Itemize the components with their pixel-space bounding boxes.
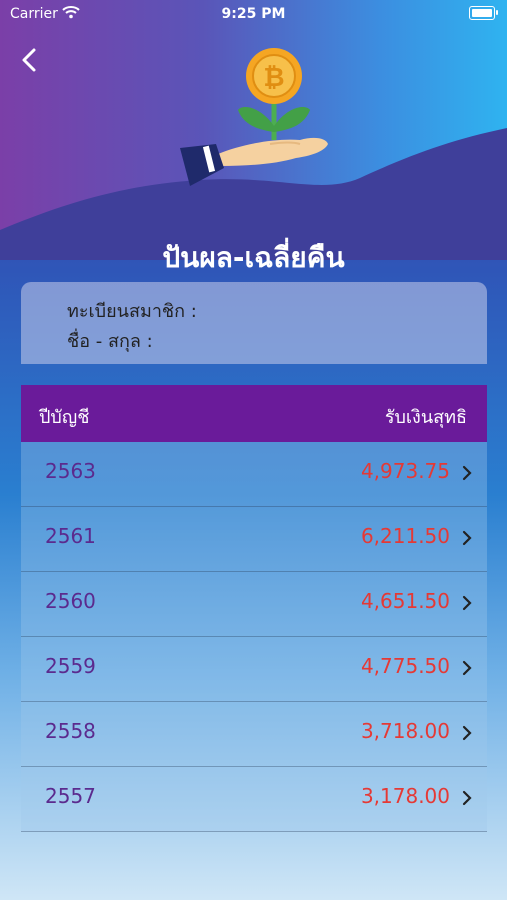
table-row[interactable]: 2558 3,718.00 (21, 702, 487, 767)
chevron-right-icon (462, 465, 472, 481)
chevron-right-icon (462, 660, 472, 676)
row-amount: 3,718.00 (360, 719, 450, 743)
page-title: ปันผล-เฉลี่ยคืน (162, 241, 345, 274)
row-year: 2558 (45, 719, 96, 743)
row-year: 2561 (45, 524, 96, 548)
table-row[interactable]: 2559 4,775.50 (21, 637, 487, 702)
table-row[interactable]: 2557 3,178.00 (21, 767, 487, 832)
row-amount: 4,775.50 (360, 654, 450, 678)
row-amount: 4,973.75 (360, 459, 450, 483)
row-amount: 6,211.50 (360, 524, 450, 548)
row-amount: 4,651.50 (360, 589, 450, 613)
column-header-year: ปีบัญชี (39, 407, 90, 428)
clock: 9:25 PM (221, 6, 286, 22)
chevron-right-icon (462, 790, 472, 806)
table-row[interactable]: 2563 4,973.75 (21, 442, 487, 507)
column-header-amount: รับเงินสุทธิ (384, 407, 467, 428)
dividend-table: ปีบัญชี รับเงินสุทธิ 2563 4,973.75 2561 … (21, 385, 487, 832)
chevron-right-icon (462, 725, 472, 741)
hand-plant-coin-icon: ₿ (180, 48, 328, 186)
status-bar: Carrier 9:25 PM (0, 0, 507, 28)
row-year: 2559 (45, 654, 96, 678)
chevron-right-icon (462, 595, 472, 611)
table-header: ปีบัญชี รับเงินสุทธิ (21, 385, 487, 442)
table-rows: 2563 4,973.75 2561 6,211.50 2560 4,651.5… (21, 442, 487, 832)
chevron-right-icon (462, 530, 472, 546)
table-row[interactable]: 2561 6,211.50 (21, 507, 487, 572)
member-name-label: ชื่อ - สกุล : (67, 331, 153, 352)
row-year: 2563 (45, 459, 96, 483)
table-row[interactable]: 2560 4,651.50 (21, 572, 487, 637)
row-year: 2560 (45, 589, 96, 613)
svg-text:₿: ₿ (263, 63, 284, 93)
row-amount: 3,178.00 (360, 784, 450, 808)
member-registration-label: ทะเบียนสมาชิก : (67, 301, 197, 322)
row-year: 2557 (45, 784, 96, 808)
member-info-card: ทะเบียนสมาชิก : ชื่อ - สกุล : (21, 282, 487, 364)
battery-icon (469, 6, 498, 20)
back-chevron-icon[interactable] (16, 44, 44, 76)
